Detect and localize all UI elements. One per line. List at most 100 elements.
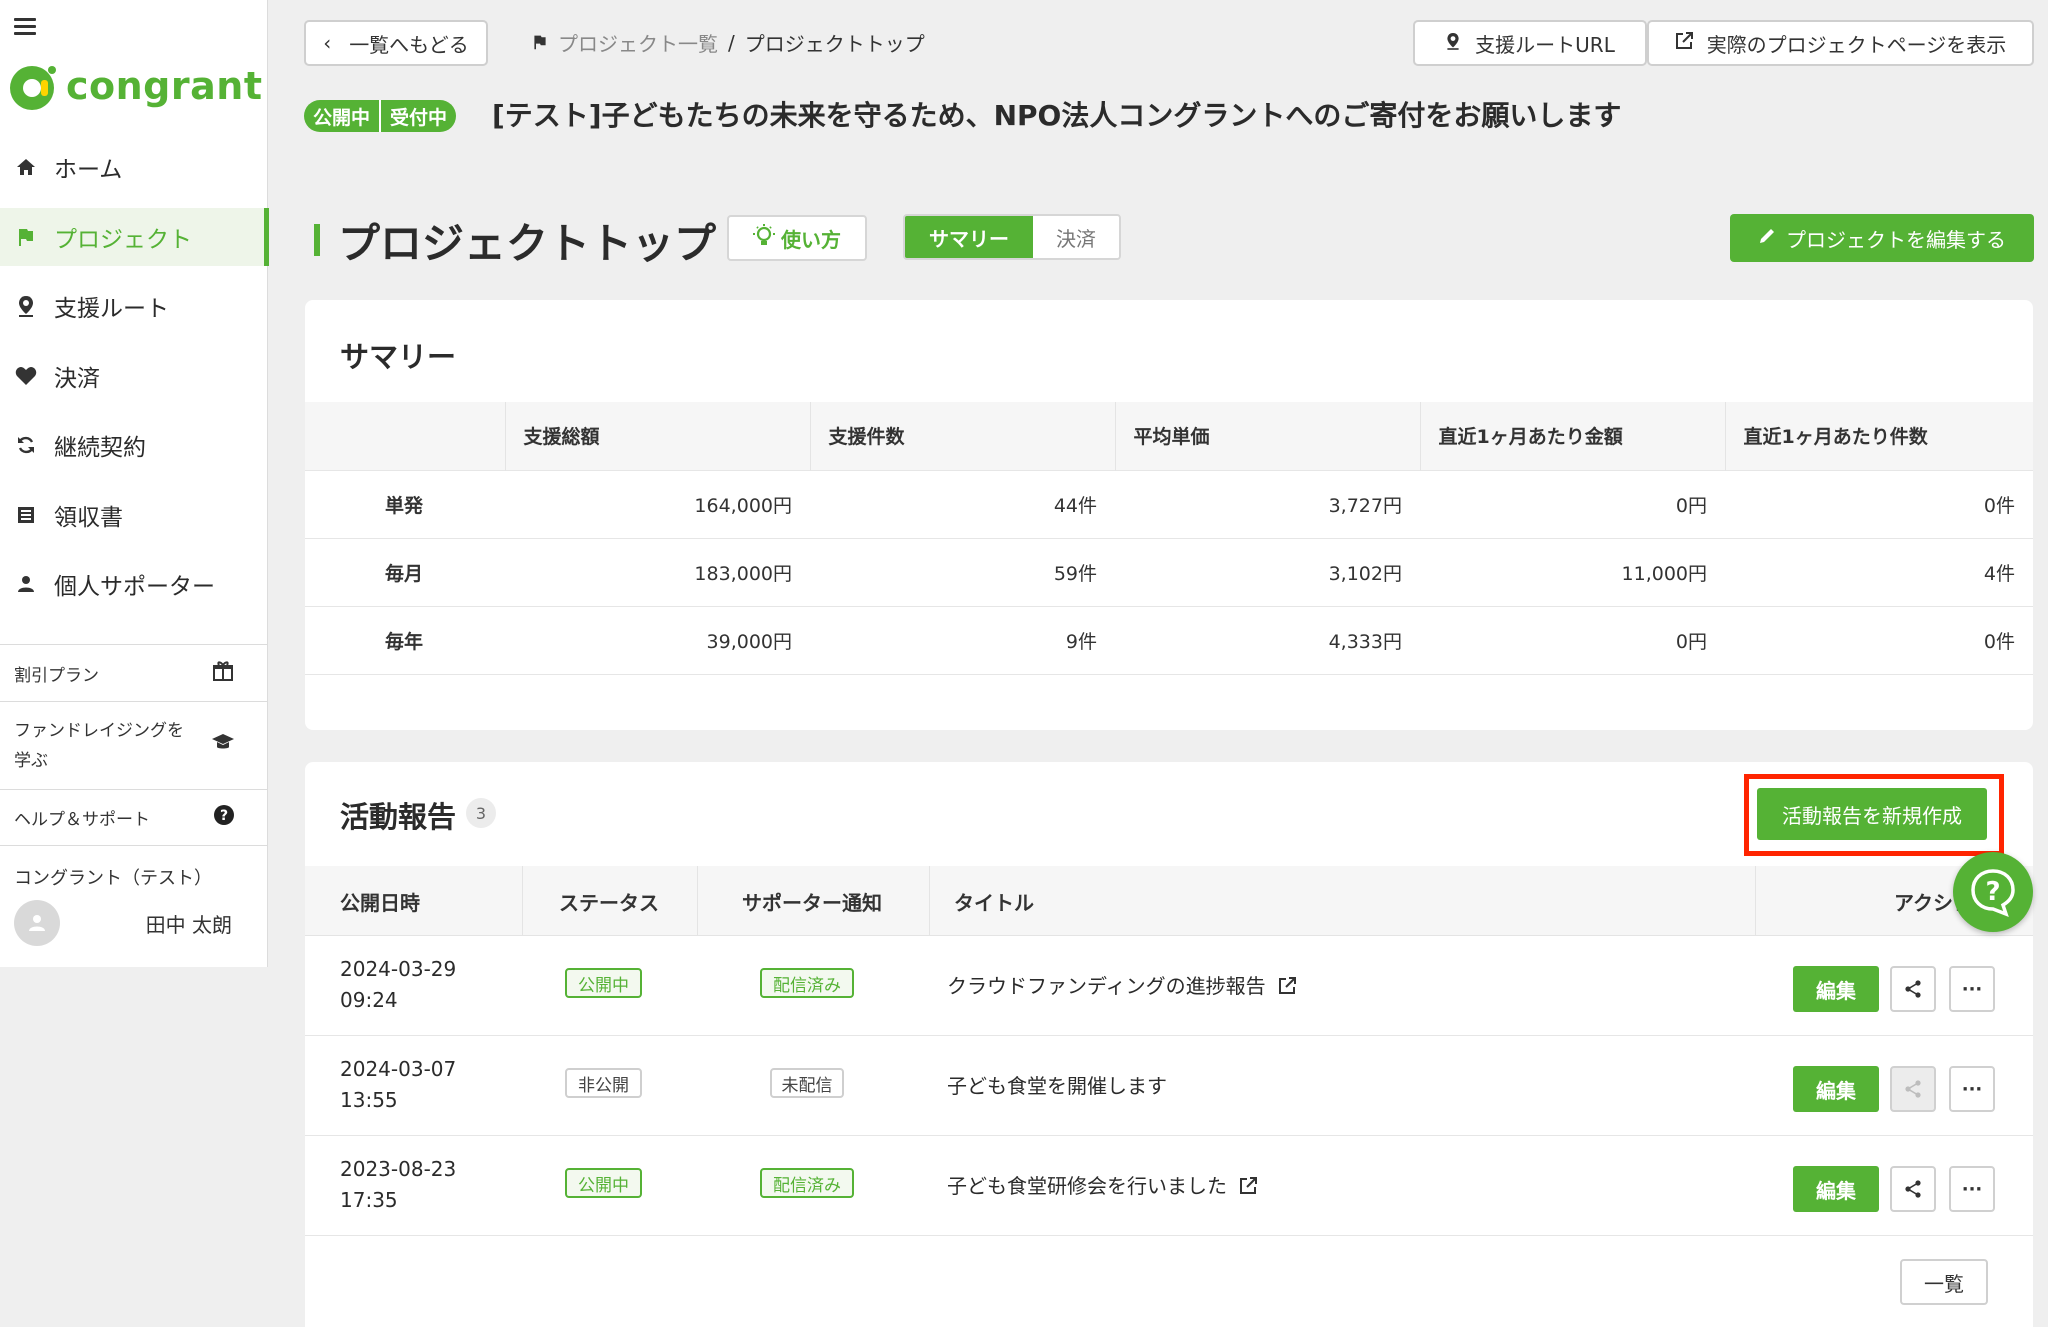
status-badge-public: 公開中 xyxy=(304,100,380,132)
table-header: 支援総額 xyxy=(504,402,810,470)
help-chat-icon: ? xyxy=(1971,869,2015,917)
activity-count-badge: 3 xyxy=(466,798,496,828)
summary-title: サマリー xyxy=(340,340,457,374)
more-options-button[interactable]: ··· xyxy=(1949,966,1995,1012)
nav-label: ホーム xyxy=(54,157,123,183)
edit-button[interactable]: 編集 xyxy=(1793,1166,1879,1212)
refresh-icon xyxy=(14,433,38,457)
project-status-badges: 公開中 受付中 xyxy=(304,100,457,132)
view-list-button[interactable]: 一覧 xyxy=(1900,1259,1988,1305)
heading-accent-bar xyxy=(314,224,320,256)
nav-label: 個人サポーター xyxy=(54,574,215,600)
report-title-link[interactable]: 子ども食堂を開催します xyxy=(947,1070,1167,1099)
user-name: 田中 太朗 xyxy=(145,912,232,937)
breadcrumb-current: プロジェクトトップ xyxy=(744,32,925,56)
flag-icon xyxy=(532,31,548,55)
edit-button[interactable]: 編集 xyxy=(1793,1066,1879,1112)
sidebar: congrant ホーム プロジェクト 支援ルート 決済 継続契約 領収書 個人… xyxy=(0,0,269,967)
chevron-left-icon: ‹ xyxy=(323,31,332,55)
summary-table: 支援総額 支援件数 平均単価 直近1ヶ月あたり金額 直近1ヶ月あたり件数 単発 … xyxy=(305,402,2033,675)
sub-item-label: ヘルプ＆サポート xyxy=(14,810,150,830)
column-header: 公開日時 xyxy=(340,890,420,915)
publish-datetime: 2024-03-07 13:55 xyxy=(340,1057,457,1112)
nav-item-payment[interactable]: 決済 xyxy=(0,347,268,405)
table-header: 支援件数 xyxy=(809,402,1115,470)
activity-table-header: 公開日時 ステータス サポーター通知 タイトル アクション xyxy=(305,866,2033,936)
more-options-button[interactable]: ··· xyxy=(1949,1166,1995,1212)
avatar xyxy=(14,900,60,946)
help-chat-button[interactable]: ? xyxy=(1953,852,2033,932)
nav-item-recurring[interactable]: 継続契約 xyxy=(0,416,268,474)
status-badge-accepting: 受付中 xyxy=(379,100,457,132)
nav-item-support-route[interactable]: 支援ルート xyxy=(0,277,268,335)
breadcrumb: プロジェクト一覧 / プロジェクトトップ xyxy=(532,28,925,57)
howto-button[interactable]: 使い方 xyxy=(727,215,867,261)
share-button[interactable] xyxy=(1890,966,1936,1012)
notify-badge: 配信済み xyxy=(760,968,854,998)
activity-title: 活動報告 xyxy=(340,800,457,834)
notify-badge: 配信済み xyxy=(760,1168,854,1198)
back-button[interactable]: ‹ 一覧へもどる xyxy=(304,20,488,66)
share-button[interactable] xyxy=(1890,1166,1936,1212)
view-project-page-button[interactable]: 実際のプロジェクトページを表示 xyxy=(1647,20,2034,66)
nav-label: 継続契約 xyxy=(54,435,146,461)
graduation-cap-icon xyxy=(212,731,234,761)
lightbulb-icon xyxy=(753,223,775,253)
external-link-icon xyxy=(1239,1176,1257,1194)
new-activity-report-button[interactable]: 活動報告を新規作成 xyxy=(1757,788,1987,840)
status-badge: 公開中 xyxy=(565,1168,642,1198)
secondary-nav: 割引プラン ファンドレイジングを 学ぶ ヘルプ＆サポート ? xyxy=(0,644,268,846)
sub-item-label: 割引プラン xyxy=(14,665,99,686)
share-icon xyxy=(1905,1080,1921,1098)
table-row: 単発 164,000円 44件 3,727円 0円 0件 xyxy=(305,469,2033,539)
nav-label: 決済 xyxy=(54,365,100,392)
pencil-icon xyxy=(1758,226,1776,250)
column-header: ステータス xyxy=(522,866,659,936)
receipt-icon xyxy=(14,503,38,527)
nav-label: プロジェクト xyxy=(54,226,192,253)
support-route-url-button[interactable]: 支援ルートURL xyxy=(1413,20,1647,66)
svg-text:?: ? xyxy=(220,808,228,824)
external-link-icon xyxy=(1278,976,1296,994)
edit-project-button[interactable]: プロジェクトを編集する xyxy=(1730,214,2034,262)
tab-summary[interactable]: サマリー xyxy=(905,216,1033,258)
project-title: [テスト]子どもたちの未来を守るため、NPO法人コングラントへのご寄付をお願いし… xyxy=(492,99,1622,132)
table-header: 直近1ヶ月あたり金額 xyxy=(1419,402,1725,470)
brand-name: congrant xyxy=(66,64,263,108)
report-title-link[interactable]: クラウドファンディングの進捗報告 xyxy=(947,970,1296,999)
table-row: 2024-03-29 09:24 公開中 配信済み クラウドファンディングの進捗… xyxy=(305,936,2033,1036)
user-block[interactable]: コングラント（テスト） 田中 太朗 xyxy=(14,864,254,946)
status-badge: 非公開 xyxy=(565,1068,642,1098)
location-pin-icon xyxy=(14,294,38,318)
nav-item-home[interactable]: ホーム xyxy=(0,138,268,196)
table-row: 2024-03-07 13:55 非公開 未配信 子ども食堂を開催します 編集 … xyxy=(305,1036,2033,1136)
sub-item-learn-fundraising[interactable]: ファンドレイジングを 学ぶ xyxy=(0,702,268,790)
gift-icon xyxy=(212,660,234,686)
svg-text:?: ? xyxy=(1985,877,2000,907)
person-icon xyxy=(14,572,38,596)
nav-item-individual-supporters[interactable]: 個人サポーター xyxy=(0,555,268,613)
tab-payment[interactable]: 決済 xyxy=(1033,216,1119,258)
table-header xyxy=(305,402,505,470)
summary-card: サマリー 支援総額 支援件数 平均単価 直近1ヶ月あたり金額 直近1ヶ月あたり件… xyxy=(305,300,2033,730)
sub-item-help-support[interactable]: ヘルプ＆サポート ? xyxy=(0,790,268,846)
brand-logo[interactable]: congrant xyxy=(8,60,263,112)
report-title-link[interactable]: 子ども食堂研修会を行いました xyxy=(947,1170,1257,1199)
sub-item-label: ファンドレイジングを 学ぶ xyxy=(14,720,184,771)
menu-icon[interactable] xyxy=(14,18,36,36)
heart-icon xyxy=(14,364,38,388)
user-org: コングラント（テスト） xyxy=(14,868,212,889)
external-link-icon xyxy=(1675,31,1693,55)
breadcrumb-parent[interactable]: プロジェクト一覧 xyxy=(558,28,718,57)
status-badge: 公開中 xyxy=(565,968,642,998)
location-pin-icon xyxy=(1445,31,1461,56)
table-header: 平均単価 xyxy=(1114,402,1420,470)
nav-item-receipt[interactable]: 領収書 xyxy=(0,486,268,544)
more-options-button[interactable]: ··· xyxy=(1949,1066,1995,1112)
sub-item-discount-plan[interactable]: 割引プラン xyxy=(0,645,268,702)
view-tabs: サマリー 決済 xyxy=(903,214,1121,260)
nav-item-project[interactable]: プロジェクト xyxy=(0,207,269,266)
share-button xyxy=(1890,1066,1936,1112)
edit-button[interactable]: 編集 xyxy=(1793,966,1879,1012)
table-row: 2023-08-23 17:35 公開中 配信済み 子ども食堂研修会を行いました… xyxy=(305,1136,2033,1236)
